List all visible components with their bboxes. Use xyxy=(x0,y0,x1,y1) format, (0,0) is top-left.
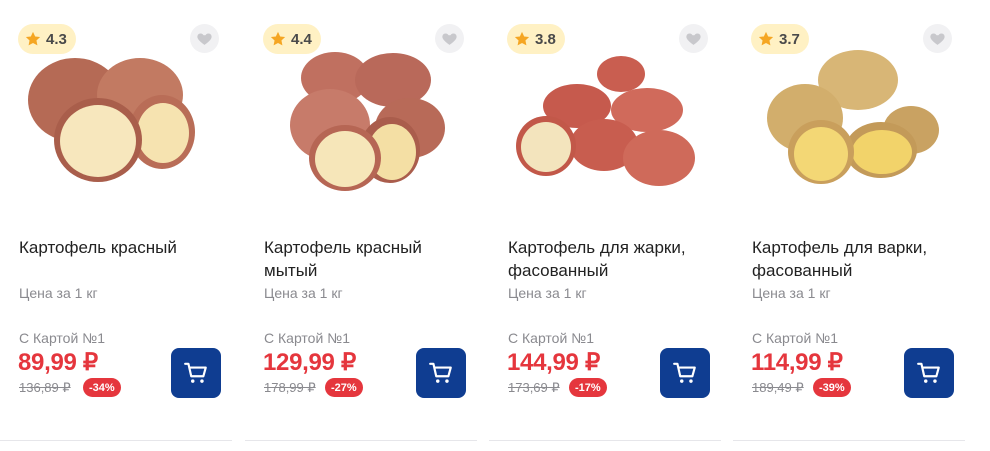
potato-photo xyxy=(516,56,695,186)
price-unit: Цена за 1 кг xyxy=(19,285,98,301)
loyalty-card-label: С Картой №1 xyxy=(264,330,350,346)
add-to-cart-button[interactable] xyxy=(660,348,710,398)
current-price: 114,99 ₽ xyxy=(751,349,843,376)
add-to-cart-button[interactable] xyxy=(416,348,466,398)
price-unit: Цена за 1 кг xyxy=(752,285,831,301)
potato-photo xyxy=(290,52,445,191)
add-to-cart-button[interactable] xyxy=(171,348,221,398)
discount-badge: -17% xyxy=(569,378,607,397)
product-card[interactable]: 3.8 Картофель для жарки, фасованный Цена… xyxy=(489,0,721,441)
old-price: 189,49 ₽ xyxy=(752,380,804,395)
current-price: 89,99 ₽ xyxy=(18,349,98,376)
old-price: 173,69 ₽ xyxy=(508,380,560,395)
price-unit: Цена за 1 кг xyxy=(508,285,587,301)
cart-icon xyxy=(429,362,452,383)
potato-photo xyxy=(28,58,195,182)
cart-icon xyxy=(184,362,207,383)
add-to-cart-button[interactable] xyxy=(904,348,954,398)
product-card[interactable]: 4.4 Картофель красный мытый Цена за 1 кг… xyxy=(245,0,477,441)
discount-badge: -39% xyxy=(813,378,851,397)
product-name[interactable]: Картофель для жарки, фасованный xyxy=(508,236,713,282)
loyalty-card-label: С Картой №1 xyxy=(508,330,594,346)
product-card[interactable]: 3.7 Картофель для варки, фасованный Цена… xyxy=(733,0,965,441)
current-price: 144,99 ₽ xyxy=(507,349,600,376)
product-grid: 4.3 Картофель красный Цена за 1 кг С Кар… xyxy=(0,0,990,451)
loyalty-card-label: С Картой №1 xyxy=(19,330,105,346)
current-price: 129,99 ₽ xyxy=(263,349,356,376)
product-name[interactable]: Картофель для варки, фасованный xyxy=(752,236,957,282)
old-price: 178,99 ₽ xyxy=(264,380,316,395)
old-price: 136,89 ₽ xyxy=(19,380,71,395)
loyalty-card-label: С Картой №1 xyxy=(752,330,838,346)
cart-icon xyxy=(673,362,696,383)
cart-icon xyxy=(917,362,940,383)
product-image[interactable] xyxy=(733,40,965,200)
product-image[interactable] xyxy=(489,40,721,200)
discount-badge: -27% xyxy=(325,378,363,397)
price-unit: Цена за 1 кг xyxy=(264,285,343,301)
product-name[interactable]: Картофель красный мытый xyxy=(264,236,469,282)
product-image[interactable] xyxy=(245,40,477,200)
discount-badge: -34% xyxy=(83,378,121,397)
potato-photo xyxy=(767,50,939,184)
product-card[interactable]: 4.3 Картофель красный Цена за 1 кг С Кар… xyxy=(0,0,232,441)
product-image[interactable] xyxy=(0,40,232,200)
product-name[interactable]: Картофель красный xyxy=(19,236,224,259)
